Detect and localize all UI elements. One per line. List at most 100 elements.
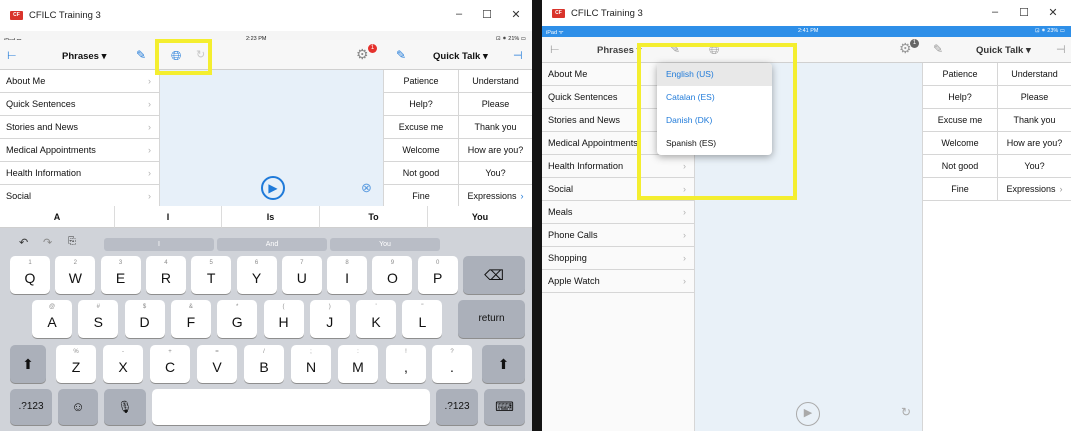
quick-talk-cell[interactable]: Please [458, 93, 532, 116]
key-p[interactable]: 0P [417, 256, 458, 294]
list-item[interactable]: About Me › [0, 70, 159, 93]
numbers-key[interactable]: .?123 [436, 389, 478, 425]
prediction-word[interactable]: You [428, 206, 532, 228]
maximize-button[interactable]: ☐ [480, 8, 494, 21]
key-d[interactable]: $ D [124, 300, 165, 338]
collapse-right-icon[interactable]: ⊣ [513, 49, 523, 62]
collapse-right-icon[interactable]: ⊣ [1056, 43, 1066, 56]
key-r[interactable]: 4R [145, 256, 186, 294]
collapse-left-icon[interactable]: ⊢ [550, 43, 560, 56]
emoji-key[interactable]: ☺ [58, 389, 98, 425]
key-m[interactable]: :M [338, 345, 378, 383]
list-item[interactable]: Apple Watch › [542, 270, 694, 293]
microphone-key[interactable]: 🎙︎ [104, 389, 146, 425]
key-e[interactable]: 3E [100, 256, 141, 294]
key-s[interactable]: # S [78, 300, 119, 338]
pencil-icon[interactable]: ✎ [933, 42, 943, 56]
list-item[interactable]: Phone Calls › [542, 224, 694, 247]
key-g[interactable]: * G [217, 300, 258, 338]
return-key[interactable]: return [458, 300, 525, 338]
key-o[interactable]: 9O [372, 256, 413, 294]
quick-talk-cell[interactable]: Expressions › [997, 178, 1071, 201]
key-j[interactable]: ) J [309, 300, 350, 338]
list-item[interactable]: Quick Sentences › [0, 93, 159, 116]
key-punct[interactable]: ?. [432, 345, 472, 383]
minimize-button[interactable]: – [452, 8, 466, 20]
keyboard-suggestion[interactable]: And [217, 238, 327, 251]
key-k[interactable]: ' K [356, 300, 397, 338]
close-button[interactable]: ✕ [1046, 6, 1060, 19]
quick-talk-cell[interactable]: Understand [997, 63, 1071, 86]
key-i[interactable]: 8I [327, 256, 368, 294]
list-item[interactable]: Medical Appointments › [0, 139, 159, 162]
quick-talk-cell[interactable]: Understand [458, 70, 532, 93]
prediction-word[interactable]: I [115, 206, 222, 228]
phrases-title[interactable]: Phrases ▾ [62, 51, 106, 62]
redo-icon[interactable]: ↷ [43, 236, 52, 249]
quick-talk-title[interactable]: Quick Talk ▾ [433, 51, 488, 62]
key-h[interactable]: (H [263, 300, 304, 338]
space-key[interactable] [152, 389, 430, 425]
list-item[interactable]: Stories and News › [0, 116, 159, 139]
quick-talk-cell[interactable]: Please [997, 86, 1071, 109]
hide-keyboard-key[interactable]: ⌨ [484, 389, 525, 425]
settings-gear-icon[interactable]: ⚙ [356, 46, 369, 63]
backspace-key[interactable]: ⌫ [463, 256, 525, 294]
quick-talk-cell[interactable]: Fine [383, 185, 458, 208]
pencil-icon[interactable]: ✎ [136, 48, 146, 62]
list-item[interactable]: Social › [0, 185, 159, 208]
key-y[interactable]: 6Y [236, 256, 277, 294]
phrases-title[interactable]: Phrases ▾ [597, 45, 641, 56]
quick-talk-cell[interactable]: How are you? [458, 139, 532, 162]
key-z[interactable]: % Z [56, 345, 96, 383]
keyboard-suggestion[interactable]: You [330, 238, 440, 251]
key-b[interactable]: / B [244, 345, 284, 383]
quick-talk-cell[interactable]: You? [997, 155, 1071, 178]
quick-talk-cell[interactable]: Not good [383, 162, 458, 185]
prediction-word[interactable]: To [320, 206, 428, 228]
key-a[interactable]: @ A [32, 300, 72, 338]
quick-talk-cell[interactable]: You? [458, 162, 532, 185]
play-icon[interactable]: ▶ [261, 176, 285, 200]
keyboard-suggestion[interactable]: I [104, 238, 214, 251]
prediction-word[interactable]: A [0, 206, 115, 228]
clear-icon[interactable]: ⊗ [361, 180, 372, 196]
quick-talk-cell[interactable]: Fine [922, 178, 997, 201]
refresh-icon[interactable]: ↻ [901, 405, 911, 419]
minimize-button[interactable]: – [988, 6, 1002, 18]
key-f[interactable]: & F [170, 300, 211, 338]
pencil-icon[interactable]: ✎ [396, 48, 406, 62]
key-x[interactable]: -X [103, 345, 143, 383]
quick-talk-cell[interactable]: How are you? [997, 132, 1071, 155]
quick-talk-cell[interactable]: Patience [922, 63, 997, 86]
quick-talk-cell[interactable]: Excuse me [922, 109, 997, 132]
quick-talk-cell[interactable]: Excuse me [383, 116, 458, 139]
quick-talk-cell[interactable]: Patience [383, 70, 458, 93]
collapse-left-icon[interactable]: ⊢ [7, 49, 17, 62]
list-item[interactable]: Meals › [542, 201, 694, 224]
quick-talk-cell[interactable]: Welcome [383, 139, 458, 162]
quick-talk-cell[interactable]: Expressions › [458, 185, 532, 208]
text-output-area[interactable]: ▶ ⊗ [160, 70, 383, 206]
key-l[interactable]: " L [402, 300, 443, 338]
list-item[interactable]: Shopping › [542, 247, 694, 270]
quick-talk-cell[interactable]: Thank you [997, 109, 1071, 132]
list-item[interactable]: Health Information › [0, 162, 159, 185]
prediction-word[interactable]: Is [222, 206, 320, 228]
numbers-key[interactable]: .?123 [10, 389, 52, 425]
quick-talk-title[interactable]: Quick Talk ▾ [976, 45, 1031, 56]
quick-talk-cell[interactable]: Help? [922, 86, 997, 109]
shift-right-key[interactable]: ⬆ [482, 345, 525, 383]
key-t[interactable]: 5T [191, 256, 232, 294]
key-v[interactable]: = V [197, 345, 237, 383]
play-icon[interactable]: ▶ [796, 402, 820, 426]
quick-talk-cell[interactable]: Thank you [458, 116, 532, 139]
key-u[interactable]: 7U [281, 256, 322, 294]
key-q[interactable]: 1Q [10, 256, 50, 294]
undo-icon[interactable]: ↶ [19, 236, 28, 249]
key-punct[interactable]: !, [386, 345, 426, 383]
key-w[interactable]: 2W [55, 256, 96, 294]
quick-talk-cell[interactable]: Not good [922, 155, 997, 178]
quick-talk-cell[interactable]: Welcome [922, 132, 997, 155]
quick-talk-cell[interactable]: Help? [383, 93, 458, 116]
